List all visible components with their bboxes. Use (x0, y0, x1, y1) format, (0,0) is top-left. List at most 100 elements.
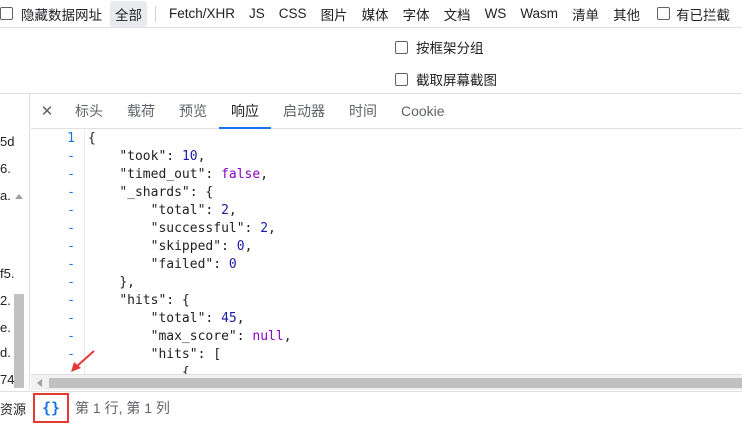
code-line: "successful": 2, (88, 220, 292, 238)
filter-type-img[interactable]: 图片 (316, 1, 353, 27)
code-token-key: "hits" (150, 347, 198, 362)
code-token-key: "failed" (150, 257, 214, 272)
horizontal-scrollbar-thumb[interactable] (49, 378, 742, 388)
code-token-tail: , (244, 239, 253, 254)
group-by-frame-checkbox[interactable] (395, 40, 408, 54)
capture-screenshots-checkbox[interactable] (395, 72, 408, 86)
code-line: { (88, 130, 292, 148)
line-gutter: 1------------ (31, 130, 81, 364)
request-list-scrollbar[interactable] (14, 294, 24, 388)
code-token-sep: : (221, 239, 237, 254)
hide-data-urls-label[interactable]: 隐藏数据网址 (21, 4, 102, 24)
scroll-left-icon[interactable] (37, 379, 42, 387)
capture-screenshots-label[interactable]: 截取屏幕截图 (416, 69, 497, 89)
filter-type-wasm[interactable]: Wasm (515, 3, 563, 24)
code-token-indent (88, 239, 151, 254)
code-line: "total": 45, (88, 310, 292, 328)
request-list-item[interactable]: 2. (0, 293, 11, 308)
tab-response[interactable]: 响应 (219, 94, 271, 129)
code-token-sep: : (205, 311, 222, 326)
request-list-item[interactable]: a. (0, 188, 11, 203)
code-token-key: "skipped" (150, 239, 222, 254)
filter-type-fetch-xhr[interactable]: Fetch/XHR (164, 3, 240, 24)
code-token-tail: , (236, 311, 245, 326)
gutter-line-marker: 1 (67, 131, 75, 146)
resources-label: 资源 (0, 401, 27, 417)
tab-timing[interactable]: 时间 (337, 94, 389, 128)
filter-type-ws[interactable]: WS (480, 3, 512, 24)
code-token-val: 0 (236, 239, 245, 254)
tab-payload[interactable]: 载荷 (115, 94, 167, 128)
cursor-position: 第 1 行, 第 1 列 (75, 400, 170, 416)
code-token-indent (88, 311, 151, 326)
blocked-cookies-label[interactable]: 有已拦截 (676, 4, 730, 24)
code-token-key: "total" (150, 203, 206, 218)
code-token-sep: : [ (197, 347, 222, 362)
scroll-up-icon[interactable] (15, 194, 23, 199)
tab-initiator[interactable]: 启动器 (271, 94, 337, 128)
gutter-line-marker: - (67, 275, 75, 290)
request-list-item[interactable]: d. (0, 345, 11, 360)
gutter-line-marker: - (67, 329, 75, 344)
filter-type-doc[interactable]: 文档 (439, 1, 476, 27)
code-line: "hits": [ (88, 346, 292, 364)
annotation-arrow-icon (71, 350, 95, 372)
code-token-key: "max_score" (150, 329, 237, 344)
code-token-key: { (88, 131, 96, 146)
code-token-val: 10 (181, 149, 198, 164)
code-token-tail: , (268, 221, 276, 236)
code-line: "failed": 0 (88, 256, 292, 274)
code-lines: { "took": 10, "timed_out": false, "_shar… (88, 130, 292, 374)
code-token-indent (88, 221, 151, 236)
tab-preview[interactable]: 预览 (167, 94, 219, 128)
code-token-indent (88, 149, 119, 164)
code-token-indent (88, 203, 151, 218)
pretty-print-icon: {} (41, 399, 61, 417)
code-token-indent (88, 185, 119, 200)
request-list-item[interactable]: e. (0, 320, 11, 335)
code-line: "skipped": 0, (88, 238, 292, 256)
code-line: { (88, 364, 292, 374)
code-token-key: "_shards" (119, 185, 190, 200)
code-token-val: 2 (221, 203, 229, 218)
devtools-network-panel: 隐藏数据网址 全部 Fetch/XHR JS CSS 图片 媒体 字体 文档 W… (0, 0, 742, 424)
tab-cookies[interactable]: Cookie (389, 94, 457, 128)
filter-type-other[interactable]: 其他 (608, 1, 645, 27)
capture-screenshots-option[interactable]: 截取屏幕截图 (395, 69, 497, 89)
gutter-line-marker: - (67, 149, 75, 164)
code-token-indent (88, 257, 151, 272)
hide-data-urls-checkbox[interactable] (0, 7, 13, 20)
code-token-tail: , (283, 329, 292, 344)
code-token-key: { (181, 365, 190, 374)
tab-headers[interactable]: 标头 (63, 94, 115, 128)
group-by-frame-option[interactable]: 按框架分组 (395, 37, 484, 57)
request-list-item[interactable]: f5. (0, 266, 14, 281)
filter-type-manifest[interactable]: 清单 (567, 1, 604, 27)
gutter-line-marker: - (67, 221, 75, 236)
code-token-tail: , (228, 203, 237, 218)
filter-type-all[interactable]: 全部 (110, 0, 147, 27)
filter-type-js[interactable]: JS (244, 3, 270, 24)
request-list-item[interactable]: 74 (0, 372, 14, 387)
code-token-val: 2 (260, 221, 269, 236)
gutter-divider (84, 130, 85, 374)
gutter-line-marker: - (67, 239, 75, 254)
filter-bar: 隐藏数据网址 全部 Fetch/XHR JS CSS 图片 媒体 字体 文档 W… (0, 0, 742, 28)
code-token-sep: : (244, 221, 261, 236)
filter-type-css[interactable]: CSS (274, 3, 312, 24)
request-list-item[interactable]: 5d (0, 134, 14, 149)
filter-type-font[interactable]: 字体 (398, 1, 435, 27)
request-list-item[interactable]: 6. (0, 161, 11, 176)
code-token-val: false (221, 167, 261, 182)
pretty-print-button[interactable]: {} (33, 393, 69, 423)
close-icon[interactable]: ✕ (31, 94, 63, 128)
horizontal-scrollbar[interactable] (31, 374, 742, 390)
response-code-viewer[interactable]: 1------------ { "took": 10, "timed_out":… (31, 130, 742, 374)
group-by-frame-label[interactable]: 按框架分组 (416, 37, 484, 57)
blocked-cookies-checkbox[interactable] (657, 7, 671, 20)
gutter-line-marker: - (67, 293, 75, 308)
code-token-indent (88, 167, 119, 182)
request-list: 5d 6. a. f5. 2. e. d. 74 (0, 94, 30, 390)
filter-type-media[interactable]: 媒体 (357, 1, 394, 27)
code-token-sep: : { (166, 293, 190, 308)
